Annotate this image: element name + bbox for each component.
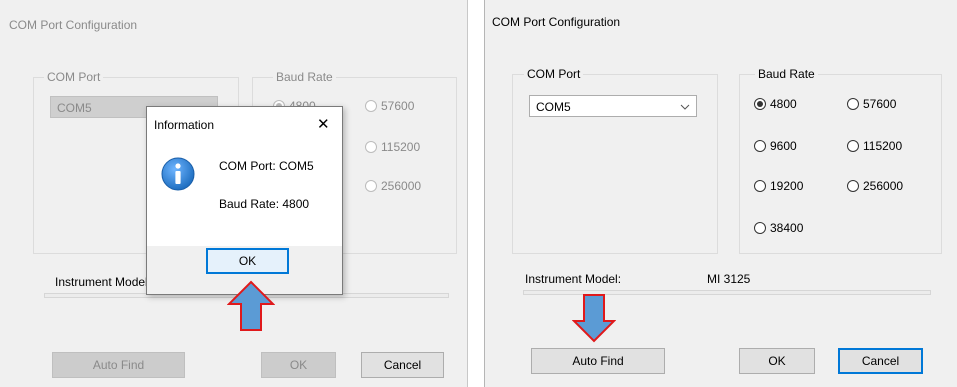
popup-title: Information — [154, 118, 215, 132]
baud-radio-19200[interactable]: 19200 — [754, 179, 803, 193]
baud-radio-9600[interactable]: 9600 — [754, 139, 797, 153]
baud-radio-57600[interactable]: 57600 — [847, 97, 896, 111]
right-ok-button[interactable]: OK — [739, 348, 815, 374]
info-icon — [161, 157, 195, 191]
right-baud-rate-group-label: Baud Rate — [755, 67, 818, 81]
right-dialog-title: COM Port Configuration — [492, 15, 621, 29]
radio-label: 115200 — [863, 139, 903, 153]
radio-circle — [847, 98, 859, 110]
radio-circle — [754, 222, 766, 234]
chevron-down-icon — [680, 104, 690, 110]
radio-circle — [365, 100, 377, 112]
popup-baud-rate-line: Baud Rate: 4800 — [219, 197, 310, 211]
left-baud-radio-115200[interactable]: 115200 — [365, 140, 420, 154]
left-ok-button[interactable]: OK — [261, 352, 336, 378]
radio-label: 256000 — [381, 179, 422, 193]
arrow-up-annotation — [227, 280, 275, 331]
baud-radio-115200[interactable]: 115200 — [847, 139, 902, 153]
auto-find-button[interactable]: Auto Find — [531, 348, 665, 374]
right-com-port-value: COM5 — [536, 100, 571, 114]
baud-radio-256000[interactable]: 256000 — [847, 179, 903, 193]
right-instrument-model-label: Instrument Model: — [525, 272, 622, 286]
radio-circle — [365, 180, 377, 192]
left-dialog-title: COM Port Configuration — [9, 18, 138, 32]
left-com-port-value: COM5 — [57, 101, 92, 115]
left-baud-radio-57600[interactable]: 57600 — [365, 99, 414, 113]
radio-label: 9600 — [770, 139, 797, 153]
radio-label: 256000 — [863, 179, 904, 193]
right-config-dialog: COM Port Configuration COM Port COM5 Bau… — [484, 0, 957, 387]
baud-radio-4800[interactable]: 4800 — [754, 97, 797, 111]
radio-circle — [847, 140, 859, 152]
radio-label: 4800 — [770, 97, 797, 111]
instrument-model-value: MI 3125 — [707, 272, 751, 286]
right-com-port-group-label: COM Port — [524, 67, 584, 81]
radio-label: 57600 — [863, 97, 897, 111]
radio-label: 57600 — [381, 99, 415, 113]
radio-circle — [847, 180, 859, 192]
radio-label: 38400 — [770, 221, 804, 235]
arrow-down-annotation — [572, 294, 616, 343]
left-com-port-group-label: COM Port — [44, 70, 104, 84]
left-instrument-model-label: Instrument Model: — [55, 275, 152, 289]
right-com-port-select[interactable]: COM5 — [529, 95, 697, 117]
right-com-port-group: COM Port COM5 — [512, 67, 718, 254]
left-baud-radio-256000[interactable]: 256000 — [365, 179, 421, 193]
close-icon[interactable]: ✕ — [317, 115, 330, 133]
radio-circle — [754, 180, 766, 192]
right-baud-rate-group: Baud Rate 4800 57600 9600 115200 19200 2… — [739, 67, 942, 254]
left-baud-rate-group-label: Baud Rate — [273, 70, 336, 84]
left-auto-find-button[interactable]: Auto Find — [52, 352, 185, 378]
radio-label: 19200 — [770, 179, 804, 193]
left-cancel-button[interactable]: Cancel — [361, 352, 444, 378]
radio-circle — [365, 141, 377, 153]
information-popup: Information ✕ COM Port: COM5 Baud Rate: … — [146, 106, 343, 295]
popup-com-port-line: COM Port: COM5 — [219, 159, 314, 173]
radio-label: 115200 — [381, 140, 421, 154]
radio-circle — [754, 140, 766, 152]
right-cancel-button[interactable]: Cancel — [838, 348, 923, 374]
radio-dot — [757, 101, 763, 107]
baud-radio-38400[interactable]: 38400 — [754, 221, 803, 235]
popup-ok-button[interactable]: OK — [206, 248, 289, 274]
popup-body: COM Port: COM5 Baud Rate: 4800 — [147, 145, 342, 246]
radio-circle — [754, 98, 766, 110]
